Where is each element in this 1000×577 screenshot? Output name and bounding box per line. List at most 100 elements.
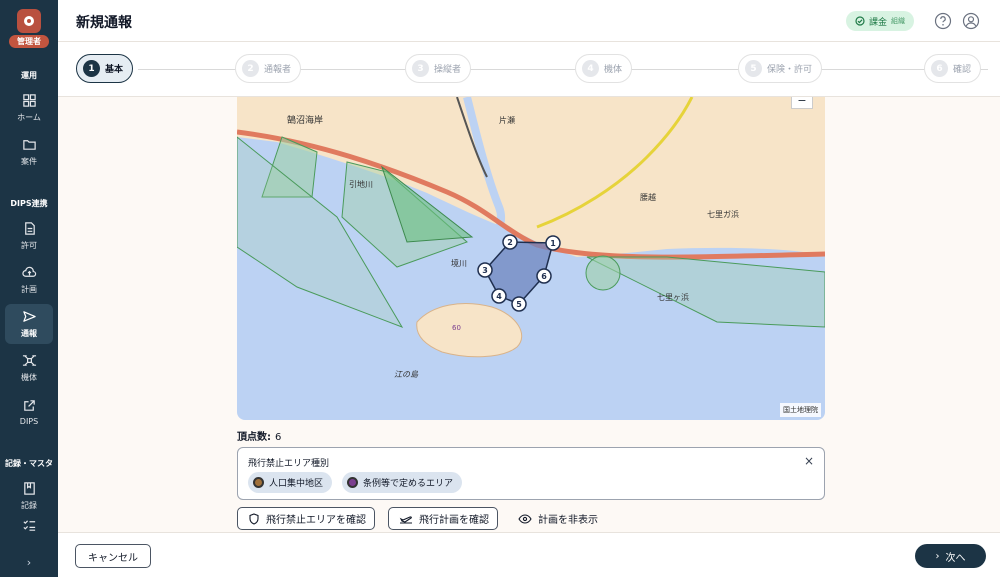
step-number: 1 (83, 60, 100, 77)
step-basic[interactable]: 1 基本 (76, 54, 134, 83)
section-label-operation: 運用 (21, 71, 37, 80)
role-badge: 管理者 (9, 35, 49, 48)
next-button[interactable]: › 次へ (915, 544, 986, 568)
step-label: 操縦者 (434, 65, 462, 75)
vertex-number: 6 (541, 272, 547, 281)
sidebar-item-permits[interactable]: 許可 (5, 216, 53, 256)
vertex-number: 2 (507, 238, 513, 247)
sidebar-item-label: 許可 (21, 241, 37, 250)
map-label: 江の島 (394, 370, 419, 379)
sidebar-item-label: 計画 (21, 285, 37, 294)
vertex-marker[interactable]: 2 (502, 234, 518, 250)
sidebar-item-label: 通報 (21, 329, 37, 338)
step-label: 保険・許可 (767, 65, 813, 75)
button-label: 次へ (945, 552, 966, 564)
vertex-marker[interactable]: 3 (477, 262, 493, 278)
map-label: 七里ガ浜 (707, 209, 739, 219)
step-number: 4 (582, 60, 599, 77)
chip-label: 条例等で定めるエリア (363, 479, 454, 489)
checklist-icon (22, 519, 35, 531)
step-pilot[interactable]: 3 操縦者 (405, 54, 472, 83)
step-number: 6 (931, 60, 948, 77)
chevron-right-icon: › (935, 550, 940, 562)
button-label: 飛行計画を確認 (419, 515, 489, 526)
vertex-count: 頂点数: 6 (237, 428, 281, 443)
sidebar-item-records[interactable]: 記録 (5, 476, 53, 516)
step-label: 確認 (953, 65, 972, 75)
map-canvas[interactable]: 1 2 3 4 5 6 鵠沼海岸 片瀬 腰越 七里ガ浜 七里ヶ浜 境川 引地川 … (237, 97, 825, 420)
sidebar-item-label: ホーム (17, 113, 41, 122)
chip-label: 人口集中地区 (269, 479, 324, 489)
billing-badge[interactable]: 課金 組織 (846, 11, 915, 31)
step-label: 基本 (105, 65, 124, 75)
sidebar-item-label: DIPS (19, 417, 39, 426)
airplane-takeoff-icon (399, 515, 412, 524)
account-icon[interactable] (962, 12, 980, 30)
billing-sub-label: 組織 (891, 17, 906, 25)
sidebar-expand-icon[interactable]: › (0, 556, 58, 569)
vertex-number: 4 (496, 292, 502, 301)
vertex-count-label: 頂点数: (237, 432, 271, 443)
vertex-marker[interactable]: 1 (545, 235, 561, 251)
sidebar-item-checklist[interactable] (5, 514, 53, 536)
drone-icon (22, 355, 36, 366)
sidebar-item-label: 記録 (21, 501, 37, 510)
vertex-marker[interactable]: 6 (536, 268, 552, 284)
legend-title: 飛行禁止エリア種別 (248, 459, 330, 469)
sidebar-item-plans[interactable]: 計画 (5, 260, 53, 300)
restricted-area-legend: 飛行禁止エリア種別 × 人口集中地区 条例等で定めるエリア (237, 447, 825, 500)
section-label-records: 記録・マスタ (5, 459, 53, 468)
step-insurance-permit[interactable]: 5 保険・許可 (738, 54, 823, 83)
sidebar: 管理者 運用 ホーム 案件 DIPS連携 許可 計画 通報 機体 DIPS 記録… (0, 0, 58, 577)
app-logo[interactable] (17, 9, 41, 33)
vertex-count-value: 6 (275, 432, 282, 443)
button-label: 飛行禁止エリアを確認 (266, 515, 366, 526)
grid-icon (22, 94, 36, 107)
close-icon[interactable]: × (804, 454, 814, 468)
zoom-out-button[interactable]: − (791, 97, 813, 109)
chip-swatch (253, 477, 264, 488)
map-label: 引地川 (349, 179, 373, 189)
sidebar-item-dips[interactable]: DIPS (5, 392, 53, 432)
billing-label: 課金 (869, 17, 888, 28)
cloud-upload-icon (21, 266, 36, 277)
check-restricted-area-button[interactable]: 飛行禁止エリアを確認 (237, 507, 375, 530)
chip-swatch (347, 477, 358, 488)
sidebar-item-cases[interactable]: 案件 (5, 132, 53, 172)
stepper: 1 基本 2 通報者 3 操縦者 4 機体 5 保険・許可 6 確認 (58, 42, 1000, 97)
elevation-label: 60 (452, 324, 461, 332)
sidebar-item-label: 機体 (21, 373, 37, 382)
send-icon (22, 311, 36, 322)
map-label: 腰越 (640, 192, 656, 202)
step-number: 3 (412, 60, 429, 77)
help-icon[interactable] (934, 12, 952, 30)
step-reporter[interactable]: 2 通報者 (235, 54, 302, 83)
book-icon (23, 482, 35, 495)
sidebar-item-aircraft[interactable]: 機体 (5, 348, 53, 388)
legend-chip-ordinance-area[interactable]: 条例等で定めるエリア (342, 472, 463, 493)
page-header: 新規通報 課金 組織 (58, 0, 1000, 42)
check-flight-plan-button[interactable]: 飛行計画を確認 (388, 507, 498, 530)
page-title: 新規通報 (76, 15, 132, 31)
folder-icon (22, 140, 36, 150)
map-label: 七里ヶ浜 (657, 292, 689, 302)
legend-chip-dense-area[interactable]: 人口集中地区 (248, 472, 333, 493)
step-confirm[interactable]: 6 確認 (924, 54, 982, 83)
vertex-marker[interactable]: 5 (511, 296, 527, 312)
hide-plan-button[interactable]: 計画を非表示 (508, 507, 606, 530)
vertex-marker[interactable]: 4 (491, 288, 507, 304)
step-label: 機体 (604, 65, 623, 75)
step-aircraft[interactable]: 4 機体 (575, 54, 633, 83)
map-label: 片瀬 (499, 115, 515, 125)
sidebar-item-home[interactable]: ホーム (5, 88, 53, 128)
cancel-button[interactable]: キャンセル (75, 544, 151, 568)
map-label: 境川 (451, 258, 467, 268)
restricted-area-circle (585, 255, 621, 291)
section-label-dips: DIPS連携 (10, 199, 48, 208)
document-icon (24, 222, 35, 235)
step-number: 2 (242, 60, 259, 77)
map-label: 鵠沼海岸 (287, 114, 323, 126)
map-view[interactable]: 1 2 3 4 5 6 鵠沼海岸 片瀬 腰越 七里ガ浜 七里ヶ浜 境川 引地川 … (237, 97, 825, 420)
check-circle-icon (855, 16, 865, 26)
sidebar-item-reports[interactable]: 通報 (5, 304, 53, 344)
